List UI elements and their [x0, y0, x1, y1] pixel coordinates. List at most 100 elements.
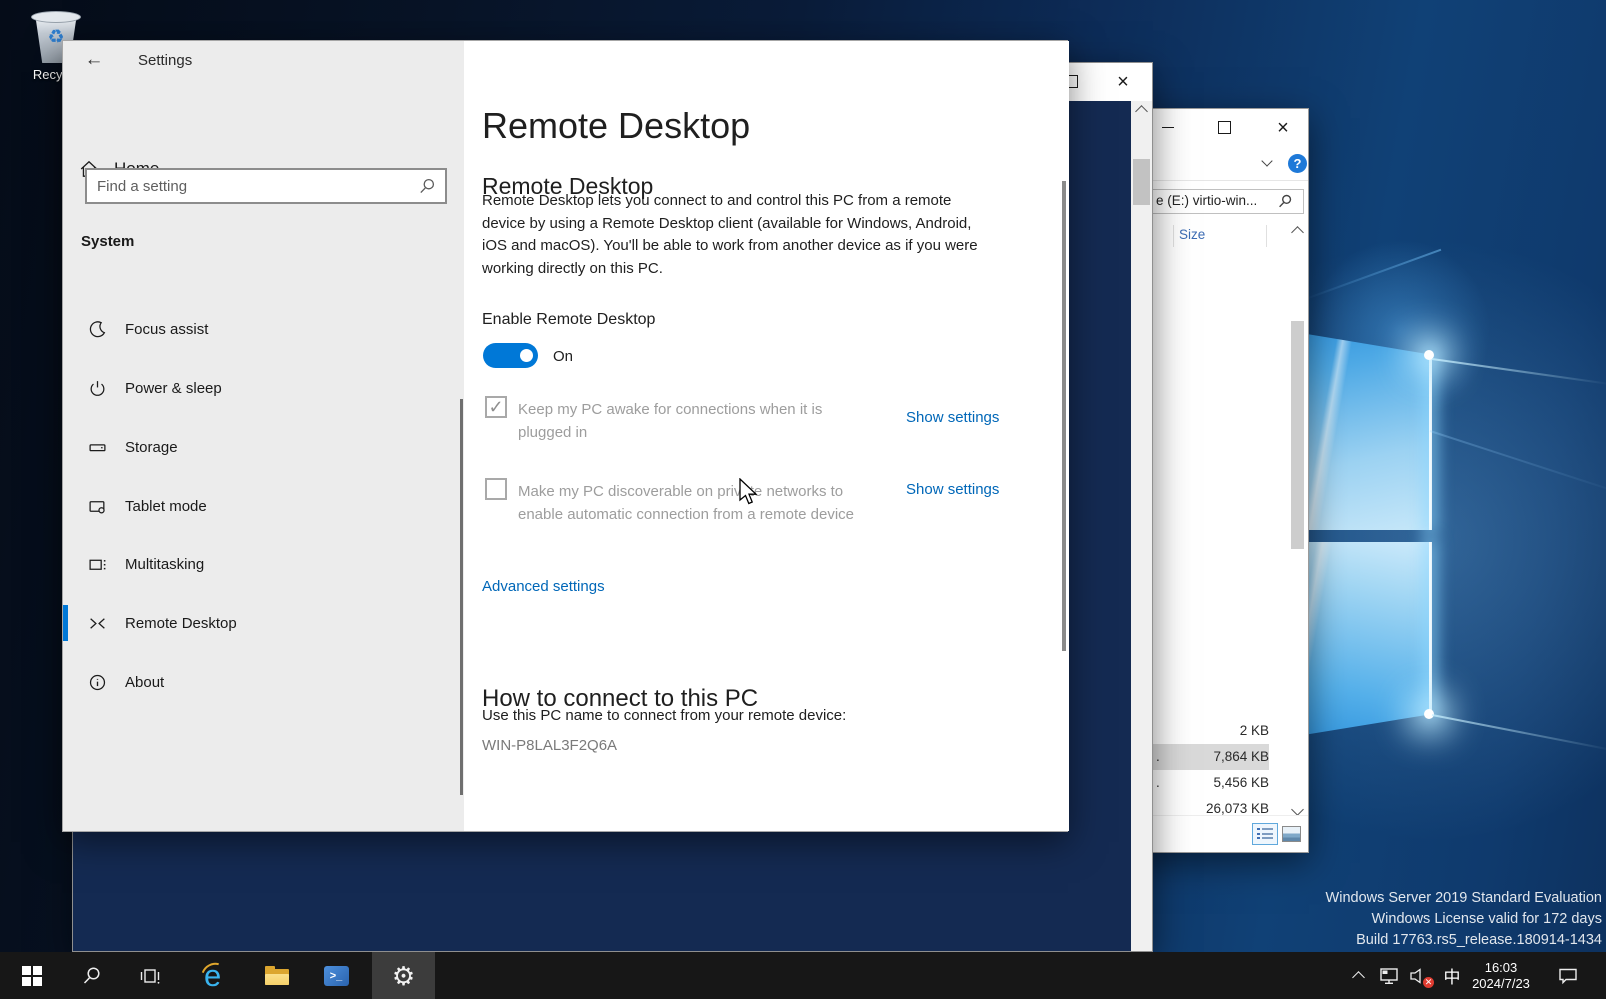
explorer-minimize-button[interactable]: [1151, 109, 1185, 146]
advanced-settings-link[interactable]: Advanced settings: [482, 578, 605, 595]
tray-show-hidden-icons-button[interactable]: [1344, 952, 1372, 999]
sidebar-item-tablet-mode[interactable]: Tablet mode: [63, 486, 464, 526]
maximize-icon[interactable]: [1069, 75, 1078, 88]
search-icon: [82, 966, 102, 986]
show-settings-link-1[interactable]: Show settings: [906, 409, 999, 426]
explorer-vertical-scrollbar[interactable]: [1290, 223, 1306, 813]
tray-network-button[interactable]: [1374, 952, 1404, 999]
settings-window[interactable]: ← Settings × Home System Focus assist: [62, 40, 1068, 832]
tray-ime-indicator[interactable]: 中: [1438, 952, 1466, 999]
explorer-search-box[interactable]: e (E:) virtio-win...: [1137, 189, 1304, 214]
scrollbar-thumb[interactable]: [1133, 159, 1150, 205]
windows-watermark: Windows Server 2019 Standard Evaluation …: [1326, 888, 1602, 951]
size-column-header[interactable]: Size: [1179, 227, 1205, 242]
sidebar-item-remote-desktop[interactable]: Remote Desktop: [63, 603, 464, 643]
file-explorer-button[interactable]: [255, 952, 299, 999]
details-view-button[interactable]: [1252, 823, 1278, 845]
maximize-icon: [1218, 121, 1231, 134]
scroll-up-icon[interactable]: [1135, 105, 1148, 118]
start-button[interactable]: [10, 952, 54, 999]
windows-logo-icon: [22, 966, 42, 986]
file-size: 5,456 KB: [1213, 775, 1269, 790]
sidebar-item-label: Storage: [125, 439, 178, 456]
storage-icon: [87, 437, 107, 457]
internet-explorer-icon: e: [201, 961, 231, 991]
power-sleep-icon: [87, 378, 107, 398]
background-window-close-button[interactable]: ×: [1099, 63, 1147, 101]
search-icon: [1278, 194, 1293, 209]
task-view-button[interactable]: [128, 952, 172, 999]
clock-time: 16:03: [1472, 960, 1530, 976]
scroll-up-icon[interactable]: [1291, 226, 1304, 239]
wallpaper-light-beam: [1432, 358, 1606, 385]
enable-remote-desktop-toggle[interactable]: [483, 343, 538, 368]
column-separator: [1173, 225, 1174, 247]
show-settings-link-2[interactable]: Show settings: [906, 481, 999, 498]
sidebar-item-label: Power & sleep: [125, 380, 222, 397]
explorer-close-button[interactable]: ×: [1263, 109, 1303, 146]
help-icon[interactable]: ?: [1288, 154, 1307, 173]
close-icon: ×: [1277, 118, 1289, 138]
focus-assist-icon: [87, 319, 107, 339]
sidebar-item-storage[interactable]: Storage: [63, 427, 464, 467]
scroll-down-icon[interactable]: [1291, 803, 1304, 816]
explorer-status-bar: [1129, 815, 1308, 852]
network-icon: [1377, 966, 1401, 986]
watermark-line-1: Windows Server 2019 Standard Evaluation: [1326, 888, 1602, 909]
connect-instruction: Use this PC name to connect from your re…: [482, 707, 846, 724]
sidebar-item-label: Multitasking: [125, 556, 204, 573]
file-name-fragment: .: [1156, 770, 1160, 796]
settings-content-scrollbar-thumb[interactable]: [1062, 181, 1066, 651]
explorer-column-header[interactable]: Size: [1129, 223, 1289, 249]
explorer-search-text: e (E:) virtio-win...: [1156, 193, 1257, 208]
minimize-icon: [1162, 127, 1174, 129]
file-explorer-window[interactable]: × ? e (E:) virtio-win... Size 2 KB .7,86…: [1128, 108, 1309, 853]
tablet-mode-icon: [87, 496, 107, 516]
pc-name: WIN-P8LAL3F2Q6A: [482, 737, 617, 754]
folder-icon: [265, 966, 289, 985]
sidebar-item-power-sleep[interactable]: Power & sleep: [63, 368, 464, 408]
scrollbar-thumb[interactable]: [1291, 321, 1304, 549]
action-center-button[interactable]: [1550, 952, 1586, 999]
mute-badge-icon: ✕: [1423, 977, 1434, 988]
discoverable-checkbox[interactable]: [485, 478, 507, 500]
about-icon: [87, 672, 107, 692]
tray-volume-button[interactable]: ✕: [1404, 952, 1436, 999]
back-button[interactable]: ←: [79, 47, 109, 73]
watermark-line-2: Windows License valid for 172 days: [1326, 909, 1602, 930]
thumbnails-view-button[interactable]: [1282, 826, 1301, 842]
taskbar: e >_ ⚙: [0, 952, 1606, 999]
selected-item-accent-bar: [63, 605, 68, 641]
wallpaper-light-beam: [1432, 714, 1606, 751]
search-icon: [419, 178, 436, 195]
gear-icon: ⚙: [392, 963, 415, 989]
powershell-button[interactable]: >_: [314, 952, 358, 999]
background-window-scrollbar[interactable]: [1131, 101, 1152, 951]
settings-search-box[interactable]: [85, 168, 447, 204]
internet-explorer-button[interactable]: e: [194, 952, 238, 999]
wallpaper-edge-glow: [1429, 352, 1432, 530]
wallpaper-edge-glow: [1429, 542, 1432, 714]
keep-awake-checkbox[interactable]: ✓: [485, 396, 507, 418]
taskbar-search-button[interactable]: [70, 952, 114, 999]
chevron-down-icon[interactable]: [1261, 155, 1272, 166]
sidebar-item-multitasking[interactable]: Multitasking: [63, 544, 464, 584]
sidebar-item-label: Remote Desktop: [125, 615, 237, 632]
tray-clock[interactable]: 16:03 2024/7/23: [1466, 952, 1536, 999]
settings-main-pane: Remote Desktop Remote Desktop Remote Des…: [464, 41, 1069, 831]
wallpaper-light-beam: [1300, 249, 1442, 302]
explorer-maximize-button[interactable]: [1207, 109, 1241, 146]
settings-search-input[interactable]: [97, 170, 407, 202]
sidebar-section-label: System: [81, 233, 134, 250]
sidebar-item-focus-assist[interactable]: Focus assist: [63, 309, 464, 349]
column-separator: [1266, 225, 1267, 247]
explorer-ribbon-strip: ?: [1129, 146, 1308, 181]
remote-desktop-icon: [87, 613, 107, 633]
settings-taskbar-button[interactable]: ⚙: [372, 952, 435, 999]
powershell-icon: >_: [324, 966, 349, 986]
sidebar-item-about[interactable]: About: [63, 662, 464, 702]
wallpaper-light-beam: [1430, 430, 1606, 497]
chevron-up-icon: [1352, 971, 1365, 984]
window-title: Settings: [138, 52, 192, 69]
sidebar-scrollbar-thumb[interactable]: [460, 399, 463, 795]
